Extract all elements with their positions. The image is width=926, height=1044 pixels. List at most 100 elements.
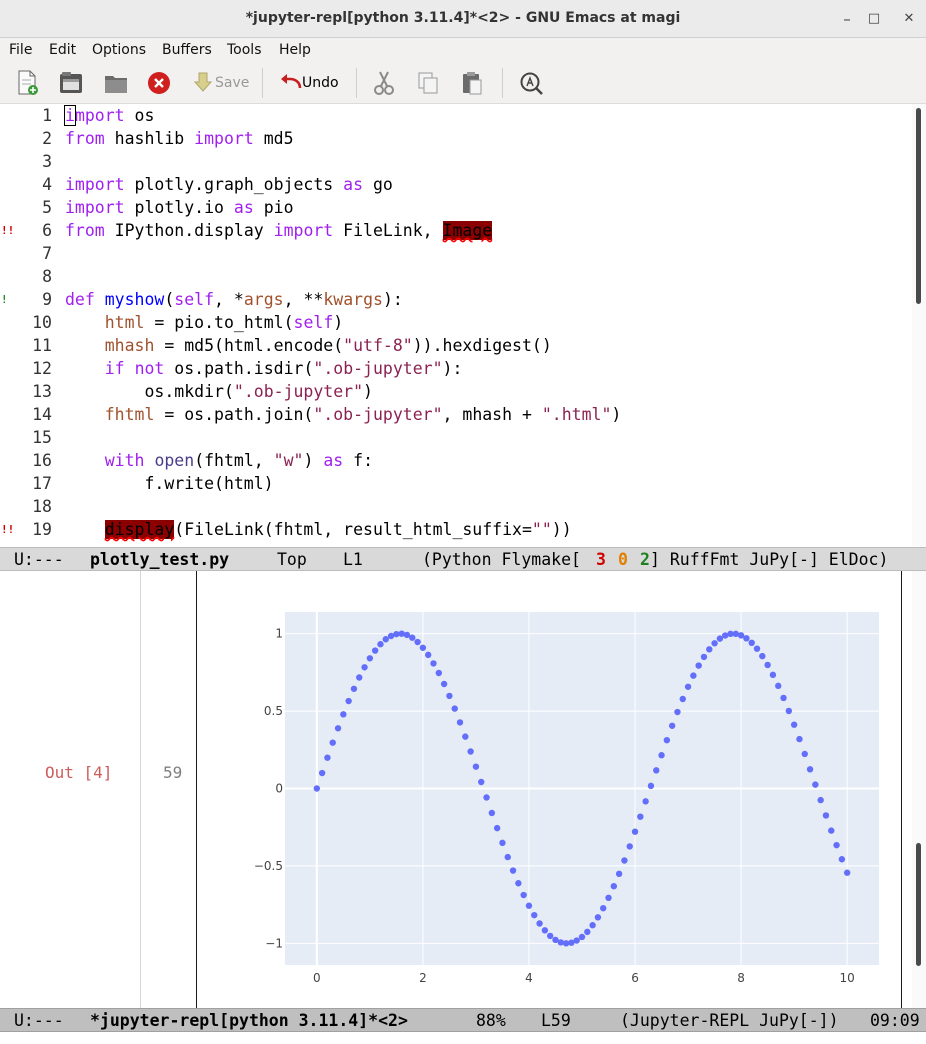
data-point <box>350 685 358 692</box>
code-line[interactable]: 1 import os <box>0 104 912 127</box>
plotly-chart[interactable]: 0 2 4 6 8 10 1 0.5 0 −0.5 −1 <box>240 595 890 990</box>
code-token: hashlib <box>104 129 195 148</box>
buffer-status: U:--- <box>14 1011 64 1030</box>
data-point <box>371 647 379 654</box>
line-number: 7 <box>42 244 52 263</box>
code-token: os.path.isdir( <box>164 359 314 378</box>
code-token: ) <box>333 313 344 332</box>
minor-modes[interactable]: ] RuffFmt JuPy[-] ElDoc) <box>650 548 888 570</box>
code-line[interactable]: 5 import plotly.io as pio <box>0 196 912 219</box>
code-line[interactable]: 13 os.mkdir(".ob-jupyter") <box>0 380 912 403</box>
code-text[interactable]: html = pio.to_html(self) <box>65 311 343 334</box>
repl-scrollbar-thumb[interactable] <box>916 843 921 966</box>
code-text[interactable]: mhash = md5(html.encode("utf-8")).hexdig… <box>65 334 552 357</box>
data-point <box>743 635 750 642</box>
minimize-button[interactable]: – <box>836 8 858 30</box>
undo-button[interactable]: Undo <box>302 75 339 91</box>
code-mode-line: U:--- plotly_test.py Top L1 (Python Flym… <box>0 547 926 571</box>
menu-file[interactable]: File <box>9 42 32 58</box>
code-text[interactable]: display(FileLink(fhtml, result_html_suff… <box>65 518 572 541</box>
code-text[interactable]: if not os.path.isdir(".ob-jupyter"): <box>65 357 463 380</box>
code-token: (FileLink(fhtml, result_html_suffix= <box>174 520 532 539</box>
undo-icon[interactable] <box>278 70 304 96</box>
menu-buffers[interactable]: Buffers <box>162 42 212 58</box>
buffer-status: U:--- <box>14 550 64 569</box>
code-line[interactable]: 4 import plotly.graph_objects as go <box>0 173 912 196</box>
code-token: as <box>343 175 364 194</box>
toolbar-separator <box>262 68 263 98</box>
code-text[interactable]: import os <box>64 104 154 127</box>
data-point <box>822 812 830 819</box>
line-number: 1 <box>42 106 52 125</box>
code-token: as <box>323 451 344 470</box>
data-point <box>424 651 432 659</box>
code-text[interactable]: from IPython.display import FileLink, Im… <box>65 219 493 242</box>
toolbar-separator <box>502 68 503 98</box>
code-line[interactable]: !! 19 display(FileLink(fhtml, result_html… <box>0 518 912 541</box>
cut-icon[interactable] <box>372 70 396 96</box>
data-point <box>796 735 803 743</box>
line-number: 8 <box>42 267 52 286</box>
minibuffer[interactable] <box>0 1032 926 1044</box>
flymake-error-count[interactable]: 3 <box>596 548 606 570</box>
menu-options[interactable]: Options <box>92 42 146 58</box>
data-point <box>642 798 649 805</box>
menu-tools[interactable]: Tools <box>227 42 262 58</box>
save-button[interactable]: Save <box>215 75 249 91</box>
code-token: self <box>174 290 215 309</box>
code-line[interactable]: ! 9 def myshow(self, *args, **kwargs): <box>0 288 912 311</box>
close-buffer-icon[interactable] <box>147 70 171 96</box>
code-line[interactable]: 3 <box>0 150 912 173</box>
code-line[interactable]: 10 html = pio.to_html(self) <box>0 311 912 334</box>
save-icon[interactable] <box>193 70 213 96</box>
close-window-button[interactable]: ✕ <box>898 8 920 30</box>
data-point <box>790 721 798 728</box>
major-mode[interactable]: (Jupyter-REPL JuPy[-]) <box>620 1009 839 1031</box>
code-token: from <box>65 221 105 240</box>
code-editor[interactable]: 1 import os 2 from hashlib import md5 3 4 impo… <box>0 104 912 546</box>
code-line[interactable]: 8 <box>0 265 912 288</box>
output-line-number: 59 <box>163 763 183 782</box>
code-text[interactable]: os.mkdir(".ob-jupyter") <box>65 380 373 403</box>
code-line[interactable]: 14 fhtml = os.path.join(".ob-jupyter", m… <box>0 403 912 426</box>
copy-icon[interactable] <box>416 70 440 96</box>
code-scrollbar-thumb[interactable] <box>916 108 921 304</box>
menu-edit[interactable]: Edit <box>49 42 76 58</box>
line-number: 10 <box>32 313 52 332</box>
line-number: 12 <box>32 359 52 378</box>
code-text[interactable]: from hashlib import md5 <box>65 127 294 150</box>
data-point <box>313 785 321 792</box>
new-file-icon[interactable] <box>16 70 40 96</box>
open-file-icon[interactable] <box>58 70 84 96</box>
code-text[interactable]: def myshow(self, *args, **kwargs): <box>65 288 403 311</box>
code-text[interactable]: import plotly.io as pio <box>65 196 294 219</box>
code-line[interactable]: 11 mhash = md5(html.encode("utf-8")).hex… <box>0 334 912 357</box>
code-line[interactable]: 17 f.write(html) <box>0 472 912 495</box>
maximize-button[interactable]: □ <box>863 8 885 30</box>
code-line[interactable]: 7 <box>0 242 912 265</box>
code-line[interactable]: 18 <box>0 495 912 518</box>
code-text[interactable]: import plotly.graph_objects as go <box>65 173 393 196</box>
major-mode[interactable]: (Python Flymake[ <box>422 548 581 570</box>
code-token: ) <box>303 451 324 470</box>
code-token: ".ob-jupyter" <box>313 359 443 378</box>
code-line[interactable]: 2 from hashlib import md5 <box>0 127 912 150</box>
data-point <box>456 719 464 726</box>
buffer-name[interactable]: *jupyter-repl[python 3.11.4]*<2> <box>90 1009 408 1031</box>
search-icon[interactable] <box>518 70 544 96</box>
buffer-name[interactable]: plotly_test.py <box>90 548 229 570</box>
code-text[interactable]: f.write(html) <box>65 472 273 495</box>
flymake-note-count[interactable]: 2 <box>640 548 650 570</box>
data-point <box>509 867 517 874</box>
code-line[interactable]: 15 <box>0 426 912 449</box>
code-text[interactable]: with open(fhtml, "w") as f: <box>65 449 373 472</box>
menu-help[interactable]: Help <box>279 42 311 58</box>
data-point <box>541 927 549 934</box>
flymake-warning-count[interactable]: 0 <box>618 548 628 570</box>
paste-icon[interactable] <box>460 70 484 96</box>
code-text[interactable]: fhtml = os.path.join(".ob-jupyter", mhas… <box>65 403 622 426</box>
code-line[interactable]: 12 if not os.path.isdir(".ob-jupyter"): <box>0 357 912 380</box>
open-directory-icon[interactable] <box>103 70 129 96</box>
code-line[interactable]: 16 with open(fhtml, "w") as f: <box>0 449 912 472</box>
code-line[interactable]: !! 6 from IPython.display import FileLink,… <box>0 219 912 242</box>
